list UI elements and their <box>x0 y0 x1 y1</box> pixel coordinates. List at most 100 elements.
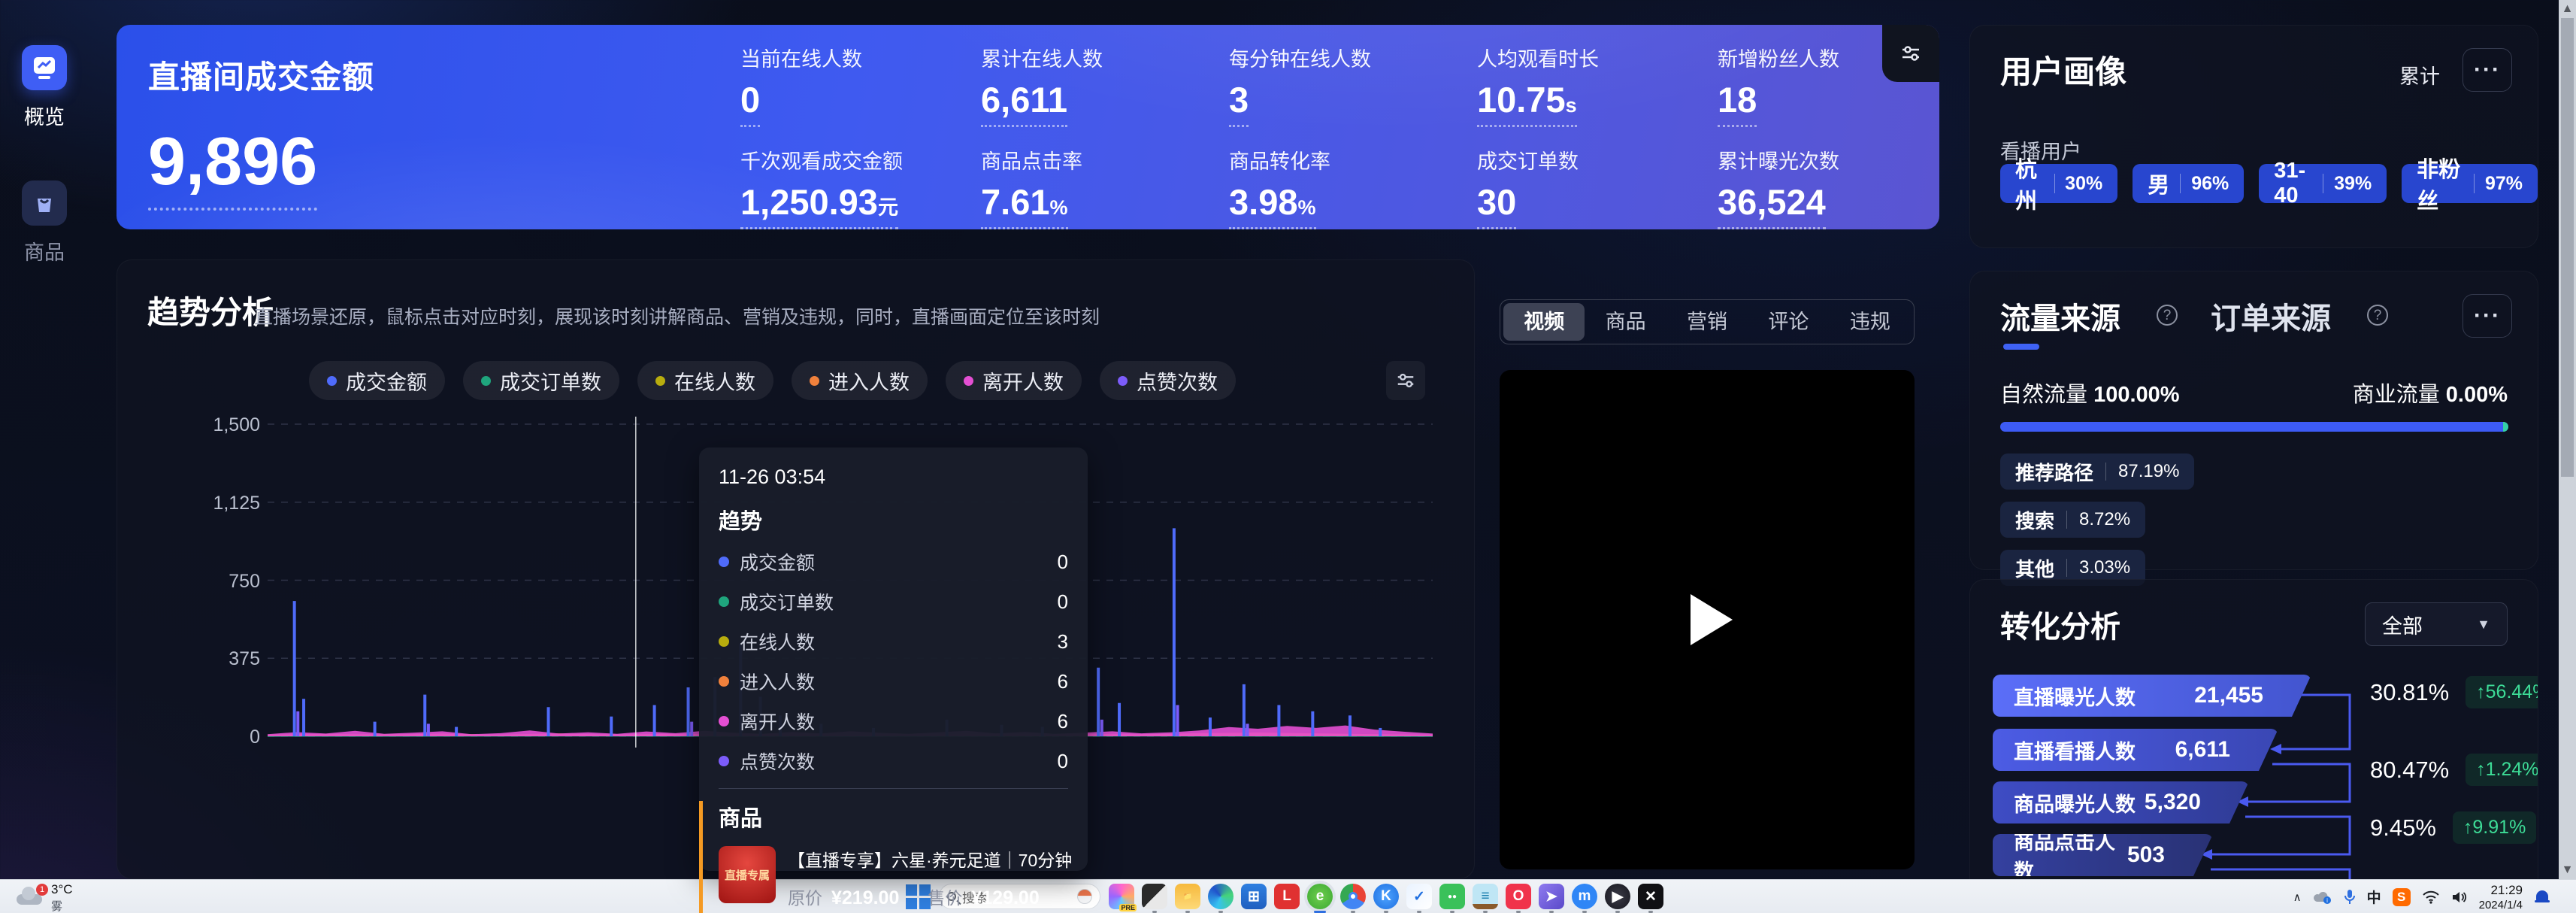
legend-chip-成交订单数[interactable]: 成交订单数 <box>463 361 619 400</box>
weather-badge: 1 <box>36 884 48 896</box>
legend-chip-进入人数[interactable]: 进入人数 <box>792 361 928 400</box>
kpi-settings-sliders-icon[interactable] <box>1882 25 1939 82</box>
conversion-rate-row: 80.47%↑1.24% <box>2370 754 2538 786</box>
kpi-stat-value: 6,611 <box>981 81 1067 127</box>
overview-chart-icon <box>22 45 67 90</box>
photos-app[interactable] <box>1142 884 1167 909</box>
tray-chevron-up-icon[interactable]: ∧ <box>2293 890 2302 904</box>
natural-traffic-value: 100.00% <box>2093 383 2180 407</box>
clock-date: 2024/1/4 <box>2479 899 2523 911</box>
tooltip-metric-row: 成交金额0 <box>719 548 1068 575</box>
taskbar-clock[interactable]: 21:29 2024/1/4 <box>2479 883 2523 911</box>
tooltip-metric-value: 6 <box>1058 710 1068 733</box>
kpi-stat-value: 36,524 <box>1718 184 1826 229</box>
help-icon[interactable]: ? <box>2367 305 2388 326</box>
video-player[interactable] <box>1500 370 1915 869</box>
taskbar-apps: PRE 📁 ⊞ Le K ✓ ●● ≡ O ➤ m ▶ ✕ <box>1109 884 1663 909</box>
microsoft-store[interactable]: ⊞ <box>1241 884 1267 909</box>
chrome-browser[interactable] <box>1340 884 1366 909</box>
product-prices: 原价¥219.00 售价¥129.00 <box>788 884 1072 909</box>
divider <box>719 788 1068 789</box>
sidebar-item-overview[interactable]: 概览 <box>0 45 89 130</box>
legend-chip-成交金额[interactable]: 成交金额 <box>309 361 445 400</box>
portrait-mode-label[interactable]: 累计 <box>2399 60 2440 89</box>
wechat[interactable]: ●● <box>1439 884 1465 909</box>
portrait-more-button[interactable]: ··· <box>2462 48 2512 92</box>
scrollbar-thumb[interactable] <box>2561 18 2574 477</box>
legend-dot-icon <box>964 376 973 386</box>
k-app[interactable]: K <box>1373 884 1399 909</box>
tab-traffic-source[interactable]: 流量来源 <box>2000 294 2120 338</box>
notification-bell-icon[interactable] <box>2534 889 2550 905</box>
y-tick-label: 1,125 <box>213 493 260 514</box>
rate-percent: 80.47% <box>2370 757 2449 784</box>
notepad-app[interactable]: ≡ <box>1473 884 1498 909</box>
sidebar: 概览 商品 <box>0 0 89 879</box>
tooltip-metric-value: 0 <box>1058 590 1068 614</box>
kpi-stat-label: 千次观看成交金额 <box>740 145 973 174</box>
ime-indicator[interactable]: 中 <box>2367 887 2381 907</box>
tooltip-metric-row: 在线人数3 <box>719 628 1068 655</box>
sidebar-item-products[interactable]: 商品 <box>0 180 89 265</box>
o-app[interactable]: O <box>1506 884 1531 909</box>
tab-商品[interactable]: 商品 <box>1585 303 1666 341</box>
volume-icon[interactable] <box>2451 890 2468 904</box>
browser-360[interactable]: e <box>1307 884 1333 909</box>
bird-app[interactable]: ✓ <box>1406 884 1432 909</box>
kpi-summary-card: 直播间成交金额 9,896 当前在线人数0累计在线人数6,611每分钟在线人数3… <box>117 25 1939 229</box>
natural-traffic-label: 自然流量 100.00% <box>2000 377 2180 408</box>
rate-percent: 30.81% <box>2370 679 2449 706</box>
clock-time: 21:29 <box>2479 883 2523 898</box>
wifi-icon[interactable] <box>2422 890 2440 904</box>
legend-settings-sliders-icon[interactable] <box>1386 361 1425 400</box>
kpi-stat-label: 累计曝光次数 <box>1718 145 1951 174</box>
taskbar-weather-widget[interactable]: 1 3°C 雾 <box>17 882 73 913</box>
kpi-stat: 成交订单数30 <box>1477 145 1710 229</box>
tooltip-time: 11-26 03:54 <box>719 466 1068 489</box>
capcut[interactable]: ✕ <box>1638 884 1663 909</box>
edge-browser[interactable] <box>1208 884 1234 909</box>
legend-chip-在线人数[interactable]: 在线人数 <box>637 361 773 400</box>
scroll-up-icon[interactable]: ▲ <box>2559 2 2576 16</box>
kpi-stat: 商品转化率3.98% <box>1229 145 1462 229</box>
kpi-stat-value: 10.75s <box>1477 81 1577 127</box>
onedrive-cloud-icon[interactable]: i <box>2313 890 2332 905</box>
tab-order-source[interactable]: 订单来源 <box>2211 294 2331 338</box>
tab-视频[interactable]: 视频 <box>1503 303 1585 341</box>
traffic-chip: 搜索8.72% <box>2000 502 2145 538</box>
a-app[interactable]: ➤ <box>1539 884 1564 909</box>
y-tick-label: 1,500 <box>213 414 260 436</box>
traffic-more-button[interactable]: ··· <box>2462 294 2512 338</box>
player-app[interactable]: ▶ <box>1605 884 1630 909</box>
scroll-down-icon[interactable]: ▼ <box>2559 863 2576 877</box>
shopping-bag-icon <box>22 180 67 226</box>
tooltip-metric-value: 0 <box>1058 750 1068 773</box>
kpi-stat-value: 3 <box>1229 81 1249 127</box>
file-explorer[interactable]: 📁 <box>1175 884 1200 909</box>
sogou-input-icon[interactable]: S <box>2393 888 2411 906</box>
copilot-app[interactable]: PRE <box>1109 884 1134 909</box>
microphone-icon[interactable] <box>2344 889 2356 905</box>
tab-违规[interactable]: 违规 <box>1830 303 1911 341</box>
product-image: 直播专属 <box>719 846 776 903</box>
kpi-stat: 累计在线人数 6,611 <box>981 43 1214 127</box>
kpi-stat-label: 累计在线人数 <box>981 43 1214 72</box>
tooltip-metric-label: 离开人数 <box>740 708 815 735</box>
weather-condition: 雾 <box>51 898 73 913</box>
legend-chip-离开人数[interactable]: 离开人数 <box>946 361 1082 400</box>
tooltip-metric-row: 成交订单数0 <box>719 588 1068 615</box>
m-app[interactable]: m <box>1572 884 1597 909</box>
page-scrollbar[interactable]: ▲ ▼ <box>2559 0 2576 879</box>
traffic-chip: 推荐路径87.19% <box>2000 453 2194 490</box>
help-icon[interactable]: ? <box>2157 305 2178 326</box>
commercial-traffic-label: 商业流量 0.00% <box>2353 377 2508 408</box>
kpi-stat-label: 商品点击率 <box>981 145 1214 174</box>
kpi-stat-value: 18 <box>1718 81 1757 127</box>
funnel-bar: 商品点击人数503 <box>1993 834 2213 876</box>
portrait-chip: 非粉丝97% <box>2402 164 2538 203</box>
tab-评论[interactable]: 评论 <box>1748 303 1829 341</box>
l-app[interactable]: L <box>1274 884 1300 909</box>
play-icon[interactable] <box>1691 594 1733 645</box>
legend-chip-点赞次数[interactable]: 点赞次数 <box>1100 361 1236 400</box>
tab-营销[interactable]: 营销 <box>1666 303 1748 341</box>
